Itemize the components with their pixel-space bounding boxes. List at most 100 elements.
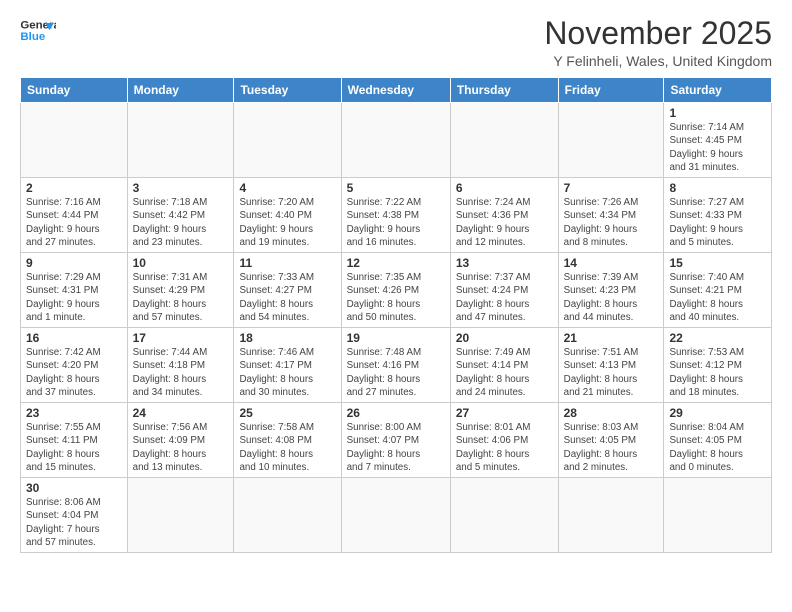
table-row: 10Sunrise: 7:31 AM Sunset: 4:29 PM Dayli… [127, 253, 234, 328]
table-row [127, 103, 234, 178]
table-row: 28Sunrise: 8:03 AM Sunset: 4:05 PM Dayli… [558, 403, 664, 478]
table-row [558, 478, 664, 553]
day-number: 15 [669, 256, 766, 270]
table-row: 13Sunrise: 7:37 AM Sunset: 4:24 PM Dayli… [450, 253, 558, 328]
table-row: 17Sunrise: 7:44 AM Sunset: 4:18 PM Dayli… [127, 328, 234, 403]
table-row: 19Sunrise: 7:48 AM Sunset: 4:16 PM Dayli… [341, 328, 450, 403]
table-row [21, 103, 128, 178]
logo-icon: General Blue [20, 16, 56, 46]
table-row: 8Sunrise: 7:27 AM Sunset: 4:33 PM Daylig… [664, 178, 772, 253]
day-number: 10 [133, 256, 229, 270]
day-info: Sunrise: 7:42 AM Sunset: 4:20 PM Dayligh… [26, 346, 122, 399]
day-info: Sunrise: 7:22 AM Sunset: 4:38 PM Dayligh… [347, 196, 445, 249]
table-row: 11Sunrise: 7:33 AM Sunset: 4:27 PM Dayli… [234, 253, 341, 328]
day-info: Sunrise: 7:27 AM Sunset: 4:33 PM Dayligh… [669, 196, 766, 249]
calendar-row: 1Sunrise: 7:14 AM Sunset: 4:45 PM Daylig… [21, 103, 772, 178]
table-row [558, 103, 664, 178]
day-info: Sunrise: 7:35 AM Sunset: 4:26 PM Dayligh… [347, 271, 445, 324]
day-number: 5 [347, 181, 445, 195]
table-row: 1Sunrise: 7:14 AM Sunset: 4:45 PM Daylig… [664, 103, 772, 178]
table-row [341, 478, 450, 553]
day-info: Sunrise: 7:29 AM Sunset: 4:31 PM Dayligh… [26, 271, 122, 324]
table-row [341, 103, 450, 178]
table-row: 18Sunrise: 7:46 AM Sunset: 4:17 PM Dayli… [234, 328, 341, 403]
header-tuesday: Tuesday [234, 78, 341, 103]
day-info: Sunrise: 8:03 AM Sunset: 4:05 PM Dayligh… [564, 421, 659, 474]
weekday-header-row: Sunday Monday Tuesday Wednesday Thursday… [21, 78, 772, 103]
day-number: 26 [347, 406, 445, 420]
day-number: 14 [564, 256, 659, 270]
day-number: 1 [669, 106, 766, 120]
day-number: 25 [239, 406, 335, 420]
table-row [450, 478, 558, 553]
table-row: 20Sunrise: 7:49 AM Sunset: 4:14 PM Dayli… [450, 328, 558, 403]
table-row: 6Sunrise: 7:24 AM Sunset: 4:36 PM Daylig… [450, 178, 558, 253]
table-row: 21Sunrise: 7:51 AM Sunset: 4:13 PM Dayli… [558, 328, 664, 403]
header-sunday: Sunday [21, 78, 128, 103]
day-number: 30 [26, 481, 122, 495]
day-number: 6 [456, 181, 553, 195]
header: General Blue November 2025 Y Felinheli, … [20, 16, 772, 69]
calendar-row: 16Sunrise: 7:42 AM Sunset: 4:20 PM Dayli… [21, 328, 772, 403]
day-info: Sunrise: 7:40 AM Sunset: 4:21 PM Dayligh… [669, 271, 766, 324]
title-block: November 2025 Y Felinheli, Wales, United… [544, 16, 772, 69]
day-info: Sunrise: 7:49 AM Sunset: 4:14 PM Dayligh… [456, 346, 553, 399]
day-number: 4 [239, 181, 335, 195]
day-info: Sunrise: 7:37 AM Sunset: 4:24 PM Dayligh… [456, 271, 553, 324]
day-info: Sunrise: 7:48 AM Sunset: 4:16 PM Dayligh… [347, 346, 445, 399]
day-info: Sunrise: 7:14 AM Sunset: 4:45 PM Dayligh… [669, 121, 766, 174]
table-row: 15Sunrise: 7:40 AM Sunset: 4:21 PM Dayli… [664, 253, 772, 328]
calendar-row: 9Sunrise: 7:29 AM Sunset: 4:31 PM Daylig… [21, 253, 772, 328]
table-row [234, 478, 341, 553]
day-number: 12 [347, 256, 445, 270]
header-saturday: Saturday [664, 78, 772, 103]
calendar-row: 23Sunrise: 7:55 AM Sunset: 4:11 PM Dayli… [21, 403, 772, 478]
day-number: 7 [564, 181, 659, 195]
day-info: Sunrise: 7:56 AM Sunset: 4:09 PM Dayligh… [133, 421, 229, 474]
day-info: Sunrise: 8:06 AM Sunset: 4:04 PM Dayligh… [26, 496, 122, 549]
table-row [450, 103, 558, 178]
table-row: 3Sunrise: 7:18 AM Sunset: 4:42 PM Daylig… [127, 178, 234, 253]
table-row [127, 478, 234, 553]
day-info: Sunrise: 7:44 AM Sunset: 4:18 PM Dayligh… [133, 346, 229, 399]
month-title: November 2025 [544, 16, 772, 51]
day-number: 18 [239, 331, 335, 345]
day-info: Sunrise: 7:46 AM Sunset: 4:17 PM Dayligh… [239, 346, 335, 399]
table-row: 26Sunrise: 8:00 AM Sunset: 4:07 PM Dayli… [341, 403, 450, 478]
day-number: 11 [239, 256, 335, 270]
table-row: 23Sunrise: 7:55 AM Sunset: 4:11 PM Dayli… [21, 403, 128, 478]
day-info: Sunrise: 7:20 AM Sunset: 4:40 PM Dayligh… [239, 196, 335, 249]
table-row: 30Sunrise: 8:06 AM Sunset: 4:04 PM Dayli… [21, 478, 128, 553]
calendar-row: 2Sunrise: 7:16 AM Sunset: 4:44 PM Daylig… [21, 178, 772, 253]
day-number: 27 [456, 406, 553, 420]
table-row: 25Sunrise: 7:58 AM Sunset: 4:08 PM Dayli… [234, 403, 341, 478]
table-row: 14Sunrise: 7:39 AM Sunset: 4:23 PM Dayli… [558, 253, 664, 328]
day-number: 13 [456, 256, 553, 270]
table-row [234, 103, 341, 178]
header-monday: Monday [127, 78, 234, 103]
day-info: Sunrise: 7:55 AM Sunset: 4:11 PM Dayligh… [26, 421, 122, 474]
svg-text:Blue: Blue [20, 31, 45, 43]
day-number: 17 [133, 331, 229, 345]
day-info: Sunrise: 8:00 AM Sunset: 4:07 PM Dayligh… [347, 421, 445, 474]
day-number: 23 [26, 406, 122, 420]
day-info: Sunrise: 7:33 AM Sunset: 4:27 PM Dayligh… [239, 271, 335, 324]
day-info: Sunrise: 7:51 AM Sunset: 4:13 PM Dayligh… [564, 346, 659, 399]
table-row: 2Sunrise: 7:16 AM Sunset: 4:44 PM Daylig… [21, 178, 128, 253]
day-number: 16 [26, 331, 122, 345]
table-row: 29Sunrise: 8:04 AM Sunset: 4:05 PM Dayli… [664, 403, 772, 478]
table-row: 9Sunrise: 7:29 AM Sunset: 4:31 PM Daylig… [21, 253, 128, 328]
page: General Blue November 2025 Y Felinheli, … [0, 0, 792, 563]
day-number: 21 [564, 331, 659, 345]
table-row: 27Sunrise: 8:01 AM Sunset: 4:06 PM Dayli… [450, 403, 558, 478]
calendar: Sunday Monday Tuesday Wednesday Thursday… [20, 77, 772, 553]
table-row: 24Sunrise: 7:56 AM Sunset: 4:09 PM Dayli… [127, 403, 234, 478]
header-wednesday: Wednesday [341, 78, 450, 103]
day-number: 9 [26, 256, 122, 270]
day-number: 20 [456, 331, 553, 345]
day-number: 28 [564, 406, 659, 420]
calendar-row: 30Sunrise: 8:06 AM Sunset: 4:04 PM Dayli… [21, 478, 772, 553]
logo: General Blue [20, 16, 56, 46]
table-row: 16Sunrise: 7:42 AM Sunset: 4:20 PM Dayli… [21, 328, 128, 403]
table-row: 5Sunrise: 7:22 AM Sunset: 4:38 PM Daylig… [341, 178, 450, 253]
